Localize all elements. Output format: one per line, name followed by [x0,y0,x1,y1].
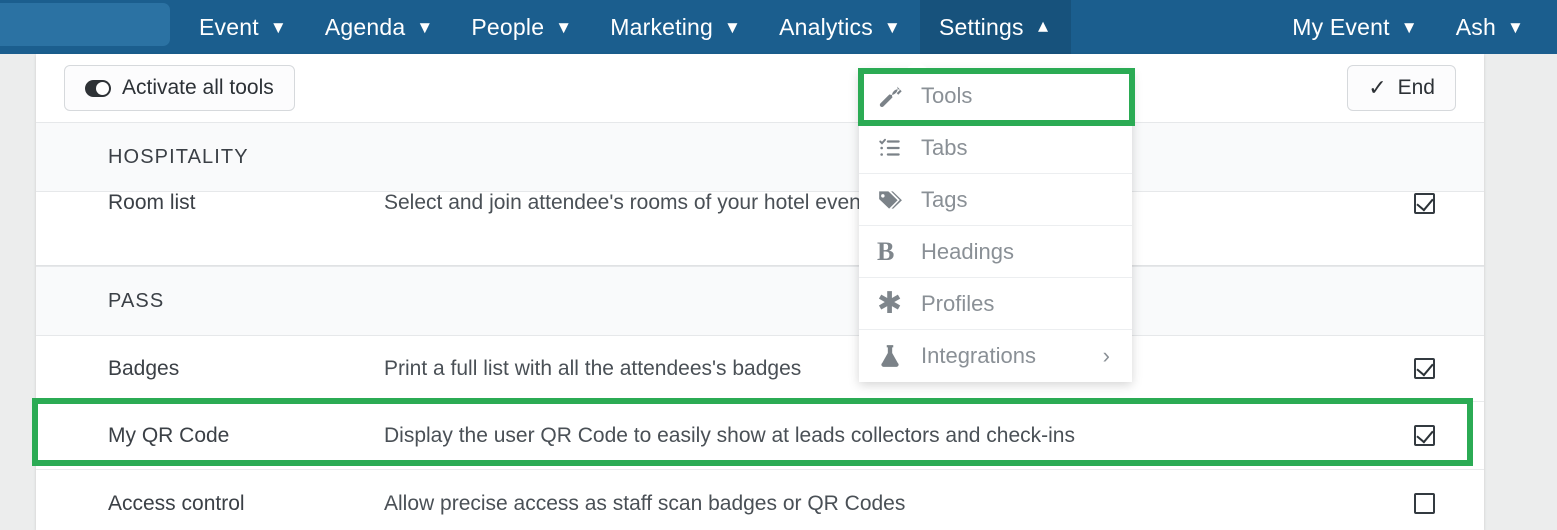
nav-label-analytics: Analytics [779,13,873,40]
menu-item-label: Tools [921,82,973,108]
tools-settings-card: Activate all tools ✓ End HOSPITALITY Roo… [36,54,1484,530]
section-title: PASS [108,289,165,312]
row-name: Access control [108,491,245,515]
row-name: My QR Code [108,423,230,447]
chevron-up-icon: ▼ [1034,17,1052,37]
section-header-hospitality: HOSPITALITY [36,122,1484,192]
nav-label-people: People [471,13,545,40]
section-header-pass: PASS [36,266,1484,336]
chevron-down-icon: ▼ [555,17,573,37]
chevron-right-icon: › [1102,343,1110,368]
end-button-label: End [1397,76,1435,99]
card-toolbar: Activate all tools ✓ End [36,54,1484,122]
nav-item-analytics[interactable]: Analytics ▼ [760,0,920,54]
primary-nav-items: Event ▼ Agenda ▼ People ▼ Marketing ▼ An… [180,0,1071,54]
tag-icon [877,187,921,213]
table-row[interactable]: My QR Code Display the user QR Code to e… [36,402,1484,470]
row-checkbox-cell [1364,425,1484,446]
page-body: Activate all tools ✓ End HOSPITALITY Roo… [0,54,1557,530]
wrench-icon [877,83,921,109]
menu-item-tools[interactable]: Tools [859,70,1132,122]
list-check-icon [877,135,921,161]
row-checkbox[interactable] [1413,425,1435,446]
nav-label-event: Event [199,13,259,40]
nav-item-people[interactable]: People ▼ [452,0,591,54]
secondary-nav-items: My Event ▼ Ash ▼ [1273,0,1557,54]
nav-item-event[interactable]: Event ▼ [180,0,306,54]
menu-item-label: Tabs [921,134,968,160]
menu-item-label: Profiles [921,290,995,316]
nav-label-user-account: Ash [1455,13,1496,40]
activate-all-tools-button[interactable]: Activate all tools [64,65,295,111]
chevron-down-icon: ▼ [416,17,434,37]
tools-list: HOSPITALITY Room list Select and join at… [36,122,1484,530]
chevron-down-icon: ▼ [269,17,287,37]
row-checkbox-cell [1364,493,1484,514]
app-root: Event ▼ Agenda ▼ People ▼ Marketing ▼ An… [0,0,1557,530]
row-name: Badges [108,356,180,380]
row-spacer [36,238,1484,266]
menu-item-profiles[interactable]: ✱ Profiles [859,278,1132,330]
menu-item-label: Headings [921,238,1014,264]
table-row[interactable]: Access control Allow precise access as s… [36,470,1484,530]
row-checkbox-cell [1364,358,1484,379]
nav-label-my-event: My Event [1292,13,1390,40]
row-checkbox[interactable] [1413,192,1435,214]
nav-label-settings: Settings [938,13,1024,40]
settings-dropdown-menu: Tools Tabs Tags B Headings ✱ Profiles In… [859,59,1132,382]
menu-item-headings[interactable]: B Headings [859,226,1132,278]
nav-item-user-account[interactable]: Ash ▼ [1437,0,1543,54]
chevron-down-icon: ▼ [724,17,742,37]
bold-b-icon: B [877,236,895,266]
asterisk-icon: ✱ [877,287,903,320]
top-navigation-bar: Event ▼ Agenda ▼ People ▼ Marketing ▼ An… [0,0,1557,54]
row-name: Room list [108,192,196,214]
chevron-down-icon: ▼ [883,17,901,37]
menu-item-label: Integrations [921,343,1036,368]
toggle-icon [85,79,111,97]
nav-label-agenda: Agenda [324,13,406,40]
row-description: Display the user QR Code to easily show … [384,423,1075,447]
menu-item-tabs[interactable]: Tabs [859,122,1132,174]
nav-item-my-event[interactable]: My Event ▼ [1273,0,1437,54]
table-row[interactable]: Badges Print a full list with all the at… [36,336,1484,402]
chevron-down-icon: ▼ [1506,17,1524,37]
section-title: HOSPITALITY [108,145,249,168]
row-description: Allow precise access as staff scan badge… [384,491,906,515]
row-checkbox[interactable] [1413,493,1435,514]
row-checkbox-cell [1364,192,1484,214]
chevron-down-icon: ▼ [1400,17,1418,37]
table-row[interactable]: Room list Select and join attendee's roo… [36,192,1484,238]
brand-logo-chip[interactable] [0,3,170,46]
dropdown-pointer-arrow [905,59,929,70]
end-button[interactable]: ✓ End [1347,65,1456,111]
menu-item-tags[interactable]: Tags [859,174,1132,226]
activate-all-tools-label: Activate all tools [122,76,274,99]
nav-item-settings[interactable]: Settings ▼ [919,0,1071,54]
row-checkbox[interactable] [1413,358,1435,379]
nav-item-agenda[interactable]: Agenda ▼ [306,0,453,54]
menu-item-label: Tags [921,186,968,212]
nav-item-marketing[interactable]: Marketing ▼ [591,0,760,54]
menu-item-integrations[interactable]: Integrations › [859,330,1132,382]
check-icon: ✓ [1368,75,1387,100]
nav-label-marketing: Marketing [610,13,714,40]
flask-icon [877,343,921,369]
